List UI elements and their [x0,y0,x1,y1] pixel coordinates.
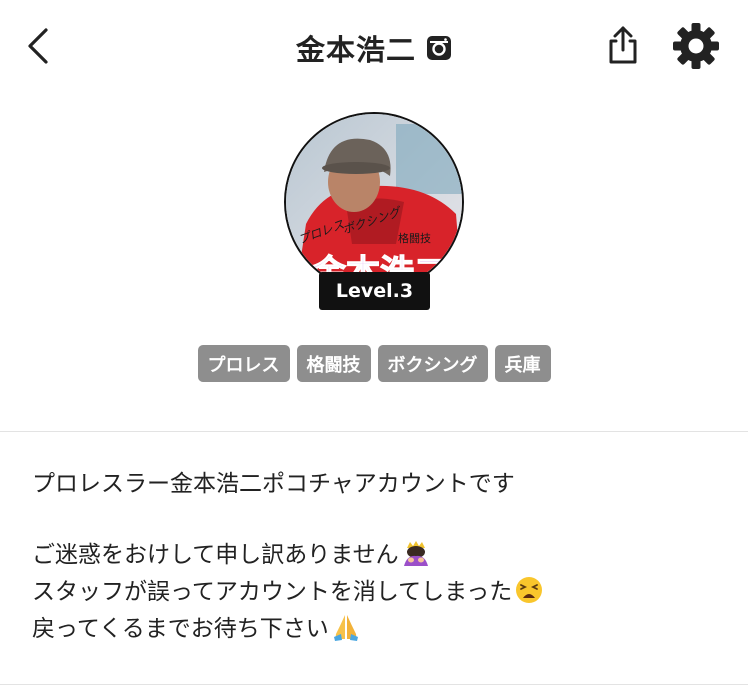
tag-boxing[interactable]: ボクシング [377,345,488,382]
bio-line-4: 戻ってくるまでお待ち下さい [32,616,329,642]
bio-line-2: ご迷惑をおけして申し訳ありません [32,542,399,568]
bio-line-3-wrap: スタッフが誤ってアカウントを消してしまった [32,574,722,611]
instagram-icon[interactable] [426,35,452,61]
share-icon [606,25,640,69]
bio-line-4-wrap: 戻ってくるまでお待ち下さい [32,611,722,648]
bio-line-3: スタッフが誤ってアカウントを消してしまった [32,579,513,605]
section-divider [0,431,748,432]
tired-face-emoji [514,575,544,617]
bio-line-1: プロレスラー金本浩二ポコチャアカウントです [32,471,515,497]
tag-martial-arts[interactable]: 格闘技 [296,345,371,382]
tag-hyogo[interactable]: 兵庫 [494,345,551,382]
settings-button[interactable] [668,22,724,74]
bio-text: プロレスラー金本浩二ポコチャアカウントです ご迷惑をおけして申し訳ありません ス… [32,466,722,648]
folded-hands-emoji [331,612,361,654]
tag-prowrestling[interactable]: プロレス [197,345,290,382]
avatar-text-3: 格闘技 [398,231,431,245]
profile-screen: 金本浩二 プロレス ボクシング 格闘技 Level.3 プロレス 格闘技 ボクシ… [0,0,748,692]
share-button[interactable] [600,22,646,72]
avatar[interactable]: プロレス ボクシング 格闘技 金本浩二 [284,112,464,292]
level-badge: Level.3 [319,272,430,310]
bottom-divider [0,684,748,685]
bio-line-2-wrap: ご迷惑をおけして申し訳ありません [32,537,722,574]
gear-icon [672,22,720,74]
page-title: 金本浩二 [295,33,416,67]
header-bar: 金本浩二 [0,0,748,96]
tag-list: プロレス 格闘技 ボクシング 兵庫 [0,345,748,382]
